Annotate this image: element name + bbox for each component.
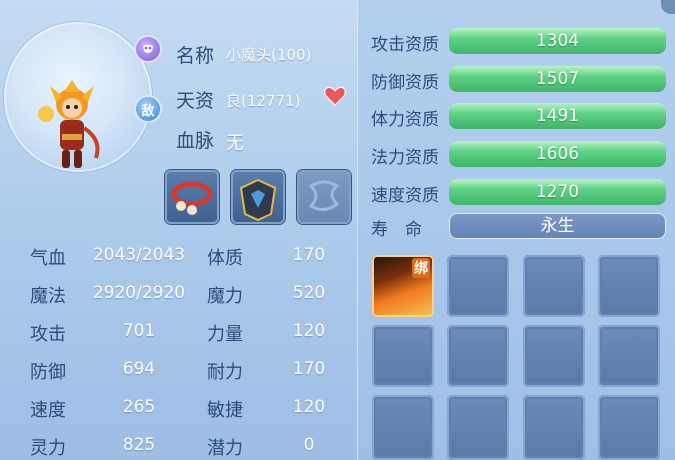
aptitude-value: 1491	[535, 106, 580, 126]
equip-slot-collar[interactable]	[165, 170, 219, 224]
attribute-label: 力量	[207, 324, 243, 345]
hostile-badge-icon: 敌	[136, 97, 160, 121]
name-label: 名称	[176, 45, 215, 67]
skill-slot-empty[interactable]	[372, 395, 434, 460]
attribute-label: 魔力	[207, 286, 243, 307]
skill-slot-empty[interactable]	[523, 325, 585, 387]
aptitude-label: 天资	[176, 90, 215, 112]
pet-avatar[interactable]	[36, 80, 108, 178]
lifespan-value: 永生	[449, 213, 666, 239]
bloodline-label: 血脉	[176, 130, 215, 152]
attribute-value: 170	[292, 245, 326, 265]
skill-slot-empty[interactable]	[447, 325, 509, 387]
aptitude-label: 法力资质	[371, 148, 439, 168]
stat-value: 2043/2043	[92, 245, 186, 265]
lifespan-label: 寿 命	[371, 220, 422, 240]
stat-label: 速度	[30, 400, 66, 421]
stat-label: 攻击	[30, 324, 66, 345]
skill-slot-empty[interactable]	[598, 395, 660, 460]
attribute-value: 0	[303, 435, 315, 455]
aptitude-bar: 1491	[449, 103, 666, 129]
skill-slot-empty[interactable]	[447, 255, 509, 317]
collar-icon	[171, 181, 213, 215]
equip-slot-armor[interactable]	[231, 170, 285, 224]
stat-value: 825	[122, 435, 156, 455]
aptitude-label: 攻击资质	[371, 35, 439, 55]
stat-value: 2920/2920	[92, 283, 186, 303]
aptitude-label: 防御资质	[371, 73, 439, 93]
skill-slot-empty[interactable]	[523, 395, 585, 460]
stat-label: 气血	[30, 248, 66, 269]
stat-label: 防御	[30, 362, 66, 383]
bound-badge: 绑	[412, 258, 430, 278]
attribute-label: 耐力	[207, 362, 243, 383]
aptitude-label: 体力资质	[371, 110, 439, 130]
heart-icon[interactable]	[324, 86, 346, 106]
attribute-label: 潜力	[207, 438, 243, 459]
mask-icon	[143, 44, 153, 53]
bloodline-value: 无	[226, 133, 244, 154]
aptitude-label: 速度资质	[371, 186, 439, 206]
aptitude-value: 1270	[535, 182, 580, 202]
equip-slot-empty[interactable]	[297, 170, 351, 224]
aptitude-value: 1507	[535, 69, 580, 89]
stat-label: 魔法	[30, 286, 66, 307]
stat-value: 265	[122, 397, 156, 417]
aptitude-value: 1606	[535, 144, 580, 164]
skill-slot-empty[interactable]	[523, 255, 585, 317]
aptitude-bar: 1507	[449, 66, 666, 92]
aptitude-bar: 1270	[449, 179, 666, 205]
stat-value: 701	[122, 321, 156, 341]
skill-slot-empty[interactable]	[598, 325, 660, 387]
skill-slot-empty[interactable]	[447, 395, 509, 460]
attribute-value: 170	[292, 359, 326, 379]
skill-slot-empty[interactable]	[372, 325, 434, 387]
stat-value: 694	[122, 359, 156, 379]
attribute-value: 120	[292, 321, 326, 341]
skill-slot-bound[interactable]: 绑	[372, 255, 434, 317]
armor-icon	[239, 178, 277, 222]
aptitude-value: 良(12771)	[226, 92, 301, 110]
empty-slot-icon	[308, 180, 340, 211]
pet-skin-icon[interactable]	[136, 37, 160, 61]
skill-slot-empty[interactable]	[598, 255, 660, 317]
attribute-label: 敏捷	[207, 400, 243, 421]
attribute-value: 120	[292, 397, 326, 417]
aptitude-value: 1304	[535, 31, 580, 51]
pet-name-value: 小魔头(100)	[226, 46, 312, 64]
attribute-value: 520	[292, 283, 326, 303]
attribute-label: 体质	[207, 248, 243, 269]
aptitude-bar: 1304	[449, 28, 666, 54]
aptitude-bar: 1606	[449, 141, 666, 167]
stat-label: 灵力	[30, 438, 66, 459]
